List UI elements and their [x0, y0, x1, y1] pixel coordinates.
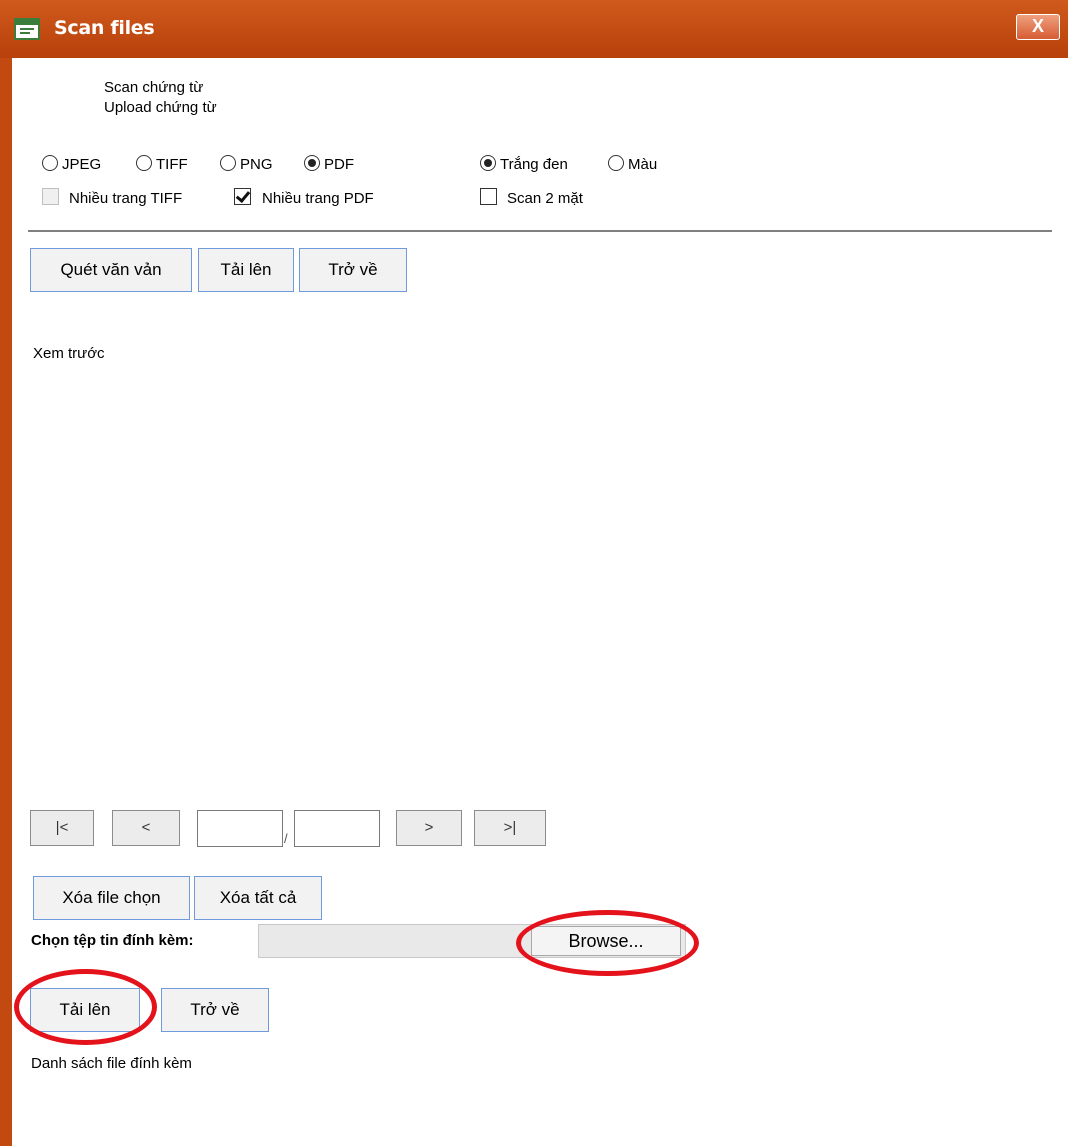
total-page-input[interactable] [294, 810, 380, 847]
window-client-area: Scan chứng từ Upload chứng từ JPEG TIFF … [12, 58, 1068, 1146]
close-button[interactable]: X [1016, 14, 1060, 40]
checkbox-multi-pdf-label: Nhiều trang PDF [262, 190, 374, 207]
attachments-list [30, 1080, 1050, 1140]
radio-color-label: Màu [628, 156, 658, 173]
page-separator: / [284, 831, 288, 846]
radio-png[interactable] [220, 155, 236, 171]
radio-color[interactable] [608, 155, 624, 171]
radio-jpeg[interactable] [42, 155, 58, 171]
attachments-list-label: Danh sách file đính kèm [31, 1055, 192, 1072]
delete-all-button[interactable]: Xóa tất cả [194, 876, 322, 920]
attach-file-label: Chọn tệp tin đính kèm: [31, 932, 194, 949]
separator [28, 230, 1052, 232]
scan-files-window: Scan files X Scan chứng từ Upload chứng … [0, 0, 1068, 1146]
option-upload[interactable]: Upload chứng từ [104, 99, 217, 116]
last-page-button[interactable]: >| [474, 810, 546, 846]
scan-upload-button[interactable]: Tải lên [198, 248, 294, 292]
title-bar[interactable]: Scan files X [0, 0, 1068, 58]
next-page-button[interactable]: > [396, 810, 462, 846]
radio-pdf[interactable] [304, 155, 320, 171]
radio-tiff[interactable] [136, 155, 152, 171]
back-button[interactable]: Trở về [161, 988, 269, 1032]
radio-tiff-label: TIFF [156, 156, 188, 173]
option-scan[interactable]: Scan chứng từ [104, 79, 203, 96]
scan-document-button[interactable]: Quét văn vản [30, 248, 192, 292]
checkbox-multi-tiff[interactable] [42, 188, 59, 205]
checkbox-multi-tiff-label: Nhiều trang TIFF [69, 190, 183, 207]
scan-back-button[interactable]: Trở về [299, 248, 407, 292]
checkbox-duplex[interactable] [480, 188, 497, 205]
preview-area [30, 370, 1050, 800]
current-page-input[interactable] [197, 810, 283, 847]
preview-label: Xem trước [33, 345, 105, 362]
radio-black-white-label: Trắng đen [500, 156, 568, 173]
window-title: Scan files [54, 17, 155, 39]
prev-page-button[interactable]: < [112, 810, 180, 846]
radio-jpeg-label: JPEG [62, 156, 102, 173]
checkbox-duplex-label: Scan 2 mặt [507, 190, 583, 207]
delete-selected-file-button[interactable]: Xóa file chọn [33, 876, 190, 920]
first-page-button[interactable]: |< [30, 810, 94, 846]
window-app-icon [14, 18, 40, 40]
radio-png-label: PNG [240, 156, 273, 173]
close-icon: X [1031, 16, 1044, 36]
radio-pdf-label: PDF [324, 156, 354, 173]
checkbox-multi-pdf[interactable] [234, 188, 251, 205]
browse-highlight-annotation [516, 910, 699, 976]
upload-highlight-annotation [14, 969, 157, 1045]
radio-black-white[interactable] [480, 155, 496, 171]
